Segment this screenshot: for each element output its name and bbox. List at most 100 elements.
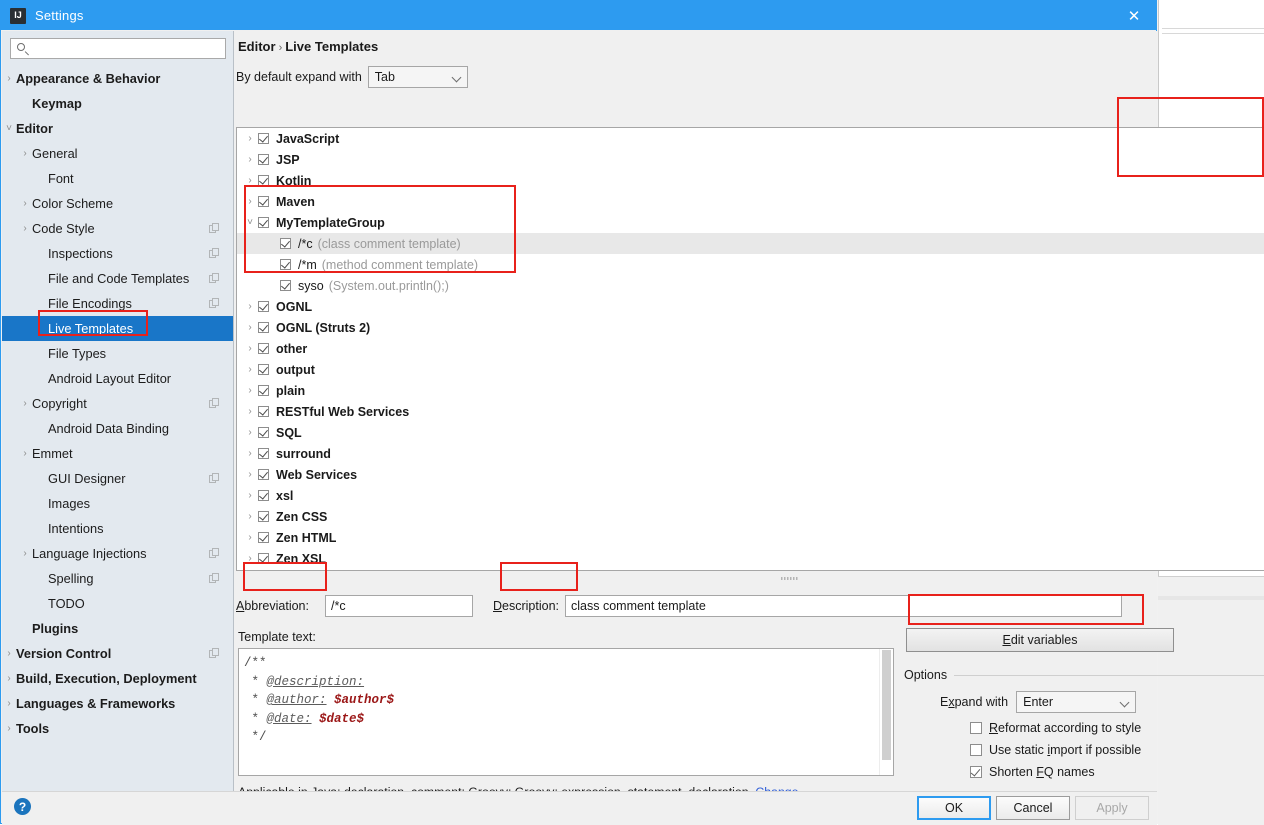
chevron-right-icon[interactable]: › [242, 133, 258, 144]
template-enabled-checkbox[interactable] [280, 280, 291, 291]
template-tree-row[interactable]: › other [237, 338, 1264, 359]
template-tree-row[interactable]: › OGNL (Struts 2) [237, 317, 1264, 338]
option-row[interactable]: Shorten FQ names [970, 765, 1264, 779]
template-enabled-checkbox[interactable] [258, 511, 269, 522]
sidebar-item-android-layout-editor[interactable]: Android Layout Editor [2, 366, 233, 391]
expand-with-select[interactable]: Enter [1016, 691, 1137, 713]
option-row[interactable]: Use static import if possible [970, 743, 1264, 757]
template-tree-row[interactable]: › output [237, 359, 1264, 380]
template-tree-row[interactable]: › OGNL [237, 296, 1264, 317]
sidebar-item-android-data-binding[interactable]: Android Data Binding [2, 416, 233, 441]
sidebar-item-copyright[interactable]: › Copyright [2, 391, 233, 416]
sidebar-item-images[interactable]: Images [2, 491, 233, 516]
template-enabled-checkbox[interactable] [258, 175, 269, 186]
template-enabled-checkbox[interactable] [258, 133, 269, 144]
template-tree-row[interactable]: › plain [237, 380, 1264, 401]
chevron-right-icon[interactable]: › [242, 196, 258, 207]
chevron-right-icon[interactable]: › [18, 148, 32, 159]
sidebar-item-file-encodings[interactable]: File Encodings [2, 291, 233, 316]
template-tree-row[interactable]: › JavaScript [237, 128, 1264, 149]
sidebar-item-file-and-code-templates[interactable]: File and Code Templates [2, 266, 233, 291]
search-box[interactable] [10, 38, 226, 59]
chevron-right-icon[interactable]: › [2, 73, 16, 84]
default-expand-select[interactable]: Tab [367, 66, 468, 88]
abbreviation-input[interactable]: /*c [325, 595, 473, 617]
template-enabled-checkbox[interactable] [258, 217, 269, 228]
template-tree-row[interactable]: › RESTful Web Services [237, 401, 1264, 422]
sidebar-item-plugins[interactable]: Plugins [2, 616, 233, 641]
option-checkbox[interactable] [970, 766, 982, 778]
chevron-down-icon[interactable]: ˅ [2, 123, 16, 134]
chevron-right-icon[interactable]: › [242, 532, 258, 543]
template-text-scrollbar-thumb[interactable] [882, 650, 891, 760]
template-tree-row[interactable]: › xsl [237, 485, 1264, 506]
ok-button[interactable]: OK [917, 796, 991, 820]
close-icon[interactable]: ✕ [1112, 1, 1156, 30]
sidebar-item-languages-frameworks[interactable]: › Languages & Frameworks [2, 691, 233, 716]
template-tree-row[interactable]: › Kotlin [237, 170, 1264, 191]
chevron-right-icon[interactable]: › [242, 406, 258, 417]
template-tree-row[interactable]: › JSP [237, 149, 1264, 170]
chevron-right-icon[interactable]: › [242, 175, 258, 186]
template-enabled-checkbox[interactable] [258, 490, 269, 501]
description-input[interactable]: class comment template [565, 595, 1122, 617]
sidebar-item-appearance-behavior[interactable]: › Appearance & Behavior [2, 66, 233, 91]
option-checkbox[interactable] [970, 744, 982, 756]
template-tree-row[interactable]: syso (System.out.println();) [237, 275, 1264, 296]
chevron-right-icon[interactable]: › [2, 723, 16, 734]
template-enabled-checkbox[interactable] [258, 385, 269, 396]
chevron-right-icon[interactable]: › [18, 448, 32, 459]
sidebar-item-keymap[interactable]: Keymap [2, 91, 233, 116]
chevron-right-icon[interactable]: › [242, 511, 258, 522]
template-enabled-checkbox[interactable] [258, 154, 269, 165]
template-tree-row[interactable]: /*c (class comment template) [237, 233, 1264, 254]
sidebar-item-file-types[interactable]: File Types [2, 341, 233, 366]
sidebar-item-build-execution-deployment[interactable]: › Build, Execution, Deployment [2, 666, 233, 691]
template-enabled-checkbox[interactable] [258, 469, 269, 480]
template-tree-row[interactable]: › Zen CSS [237, 506, 1264, 527]
template-enabled-checkbox[interactable] [258, 364, 269, 375]
chevron-right-icon[interactable]: › [242, 469, 258, 480]
panel-splitter[interactable] [236, 573, 1264, 583]
sidebar-item-color-scheme[interactable]: › Color Scheme [2, 191, 233, 216]
sidebar-item-gui-designer[interactable]: GUI Designer [2, 466, 233, 491]
help-icon[interactable]: ? [14, 798, 31, 815]
template-enabled-checkbox[interactable] [280, 259, 291, 270]
template-tree-row[interactable]: › Maven [237, 191, 1264, 212]
template-enabled-checkbox[interactable] [258, 301, 269, 312]
template-tree-row[interactable]: › Zen XSL [237, 548, 1264, 569]
sidebar-item-intentions[interactable]: Intentions [2, 516, 233, 541]
template-text-editor[interactable]: /** * @description: * @author: $author$ … [238, 648, 894, 776]
template-tree-row[interactable]: › Web Services [237, 464, 1264, 485]
sidebar-item-general[interactable]: › General [2, 141, 233, 166]
chevron-right-icon[interactable]: › [242, 364, 258, 375]
template-enabled-checkbox[interactable] [258, 448, 269, 459]
chevron-down-icon[interactable]: ˅ [242, 217, 258, 228]
template-enabled-checkbox[interactable] [258, 322, 269, 333]
template-tree-row[interactable]: › SQL [237, 422, 1264, 443]
template-enabled-checkbox[interactable] [258, 553, 269, 564]
chevron-right-icon[interactable]: › [18, 548, 32, 559]
search-input[interactable] [30, 41, 225, 56]
breadcrumb-parent[interactable]: Editor [238, 39, 276, 54]
sidebar-item-emmet[interactable]: › Emmet [2, 441, 233, 466]
chevron-right-icon[interactable]: › [18, 398, 32, 409]
template-enabled-checkbox[interactable] [258, 406, 269, 417]
template-enabled-checkbox[interactable] [258, 343, 269, 354]
template-enabled-checkbox[interactable] [258, 427, 269, 438]
chevron-right-icon[interactable]: › [18, 223, 32, 234]
chevron-right-icon[interactable]: › [242, 448, 258, 459]
template-enabled-checkbox[interactable] [258, 532, 269, 543]
sidebar-item-editor[interactable]: ˅ Editor [2, 116, 233, 141]
chevron-right-icon[interactable]: › [18, 198, 32, 209]
sidebar-item-inspections[interactable]: Inspections [2, 241, 233, 266]
template-enabled-checkbox[interactable] [258, 196, 269, 207]
sidebar-item-font[interactable]: Font [2, 166, 233, 191]
sidebar-item-todo[interactable]: TODO [2, 591, 233, 616]
template-tree-row[interactable]: /*m (method comment template) [237, 254, 1264, 275]
chevron-right-icon[interactable]: › [242, 322, 258, 333]
live-templates-tree[interactable]: › JavaScript › JSP › Kotlin › Maven ˅ MyTemplateG… [236, 127, 1264, 571]
chevron-right-icon[interactable]: › [242, 490, 258, 501]
sidebar-item-tools[interactable]: › Tools [2, 716, 233, 741]
template-tree-row[interactable]: › Zen HTML [237, 527, 1264, 548]
